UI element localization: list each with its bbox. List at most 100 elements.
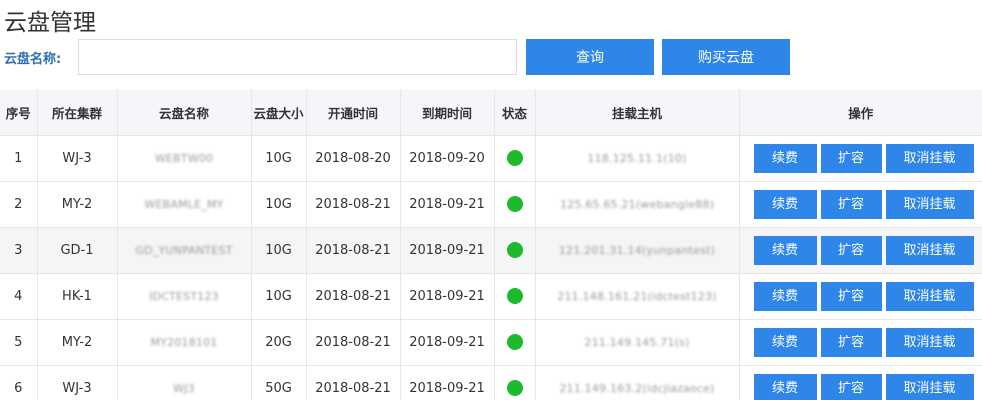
cell-disk-name: MY2018101: [116, 318, 252, 366]
disk-name-text: WEBAMLE_MY: [144, 197, 224, 211]
col-header-open-time: 开通时间: [305, 90, 401, 136]
col-header-actions: 操作: [738, 90, 982, 136]
unmount-button[interactable]: 取消挂载: [885, 281, 974, 311]
cell-size: 10G: [250, 180, 307, 228]
table-row: 4 HK-1 IDCTEST123 10G 2018-08-21 2018-09…: [0, 272, 982, 320]
table-row: 1 WJ-3 WEBTW00 10G 2018-08-20 2018-09-20…: [0, 134, 982, 182]
mount-host-text: 211.149.145.71(s): [584, 335, 690, 349]
mount-host-text: 125.65.65.21(webangle88): [559, 197, 715, 211]
cell-disk-name: WEBTW00: [116, 134, 252, 182]
disk-table: 序号 所在集群 云盘名称 云盘大小 开通时间 到期时间 状态 挂载主机 操作 1…: [0, 90, 982, 400]
col-header-expire-time: 到期时间: [399, 90, 495, 136]
cell-mount-host: 121.201.31.14(yunpantest): [534, 226, 740, 274]
status-dot-icon: [506, 242, 523, 258]
search-label: 云盘名称:: [4, 52, 62, 67]
mount-host-text: 211.148.161.21(idctest123): [557, 289, 717, 303]
cell-mount-host: 211.148.161.21(idctest123): [534, 272, 740, 320]
table-row: 6 WJ-3 WJ3 50G 2018-08-21 2018-09-21 211…: [0, 364, 982, 400]
cell-mount-host: 125.65.65.21(webangle88): [534, 180, 740, 228]
renew-button[interactable]: 续费: [753, 235, 817, 265]
cell-open-time: 2018-08-21: [305, 226, 401, 274]
cell-cluster: WJ-3: [36, 364, 118, 400]
cell-index: 6: [0, 364, 38, 400]
renew-button[interactable]: 续费: [753, 281, 817, 311]
cell-size: 20G: [250, 318, 307, 366]
unmount-button[interactable]: 取消挂载: [885, 373, 974, 400]
disk-name-text: IDCTEST123: [149, 289, 219, 303]
cell-index: 5: [0, 318, 38, 366]
cell-expire-time: 2018-09-20: [399, 134, 495, 182]
cell-actions: 续费 扩容 取消挂载: [738, 364, 982, 400]
disk-name-text: GD_YUNPANTEST: [135, 243, 233, 257]
cell-actions: 续费 扩容 取消挂载: [738, 134, 982, 182]
cell-status: [493, 364, 536, 400]
disk-name-search-input[interactable]: [78, 39, 517, 75]
cell-expire-time: 2018-09-21: [399, 364, 495, 400]
col-header-cluster: 所在集群: [36, 90, 118, 136]
cell-actions: 续费 扩容 取消挂载: [738, 180, 982, 228]
buy-disk-button[interactable]: 购买云盘: [662, 39, 790, 75]
renew-button[interactable]: 续费: [753, 327, 817, 357]
cell-size: 10G: [250, 226, 307, 274]
cell-mount-host: 211.149.163.2(idcjiazaoce): [534, 364, 740, 400]
cell-actions: 续费 扩容 取消挂载: [738, 226, 982, 274]
col-header-status: 状态: [493, 90, 536, 136]
unmount-button[interactable]: 取消挂载: [885, 327, 974, 357]
cell-expire-time: 2018-09-21: [399, 226, 495, 274]
cell-status: [493, 318, 536, 366]
disk-name-text: WJ3: [173, 381, 195, 395]
renew-button[interactable]: 续费: [753, 373, 817, 400]
mount-host-text: 118.125.11.1(10): [587, 151, 687, 165]
unmount-button[interactable]: 取消挂载: [885, 189, 974, 219]
status-dot-icon: [506, 150, 523, 166]
cell-mount-host: 118.125.11.1(10): [534, 134, 740, 182]
table-row: 2 MY-2 WEBAMLE_MY 10G 2018-08-21 2018-09…: [0, 180, 982, 228]
mount-host-text: 211.149.163.2(idcjiazaoce): [559, 381, 715, 395]
expand-button[interactable]: 扩容: [820, 143, 882, 173]
col-header-disk-name: 云盘名称: [116, 90, 252, 136]
cell-size: 50G: [250, 364, 307, 400]
mount-host-text: 121.201.31.14(yunpantest): [558, 243, 716, 257]
unmount-button[interactable]: 取消挂载: [885, 143, 974, 173]
unmount-button[interactable]: 取消挂载: [885, 235, 974, 265]
cell-status: [493, 272, 536, 320]
cell-expire-time: 2018-09-21: [399, 272, 495, 320]
cell-cluster: MY-2: [36, 318, 118, 366]
cell-index: 4: [0, 272, 38, 320]
col-header-disk-size: 云盘大小: [250, 90, 307, 136]
cell-disk-name: GD_YUNPANTEST: [116, 226, 252, 274]
status-dot-icon: [506, 380, 523, 396]
status-dot-icon: [506, 288, 523, 304]
cell-open-time: 2018-08-21: [305, 180, 401, 228]
col-header-mount-host: 挂载主机: [534, 90, 740, 136]
table-row: 5 MY-2 MY2018101 20G 2018-08-21 2018-09-…: [0, 318, 982, 366]
cell-open-time: 2018-08-21: [305, 272, 401, 320]
cell-status: [493, 180, 536, 228]
cell-open-time: 2018-08-21: [305, 364, 401, 400]
cell-actions: 续费 扩容 取消挂载: [738, 272, 982, 320]
expand-button[interactable]: 扩容: [820, 189, 882, 219]
cell-actions: 续费 扩容 取消挂载: [738, 318, 982, 366]
renew-button[interactable]: 续费: [753, 189, 817, 219]
cell-open-time: 2018-08-21: [305, 318, 401, 366]
expand-button[interactable]: 扩容: [820, 235, 882, 265]
status-dot-icon: [506, 196, 523, 212]
cell-cluster: MY-2: [36, 180, 118, 228]
cell-open-time: 2018-08-20: [305, 134, 401, 182]
expand-button[interactable]: 扩容: [820, 373, 882, 400]
col-header-index: 序号: [0, 90, 38, 136]
renew-button[interactable]: 续费: [753, 143, 817, 173]
expand-button[interactable]: 扩容: [820, 281, 882, 311]
cell-mount-host: 211.149.145.71(s): [534, 318, 740, 366]
cell-expire-time: 2018-09-21: [399, 180, 495, 228]
cell-index: 3: [0, 226, 38, 274]
cell-size: 10G: [250, 272, 307, 320]
cell-index: 1: [0, 134, 38, 182]
query-button[interactable]: 查询: [526, 39, 654, 75]
cell-status: [493, 226, 536, 274]
expand-button[interactable]: 扩容: [820, 327, 882, 357]
cell-disk-name: WJ3: [116, 364, 252, 400]
cell-index: 2: [0, 180, 38, 228]
page-title: 云盘管理: [4, 10, 96, 36]
status-dot-icon: [506, 334, 523, 350]
